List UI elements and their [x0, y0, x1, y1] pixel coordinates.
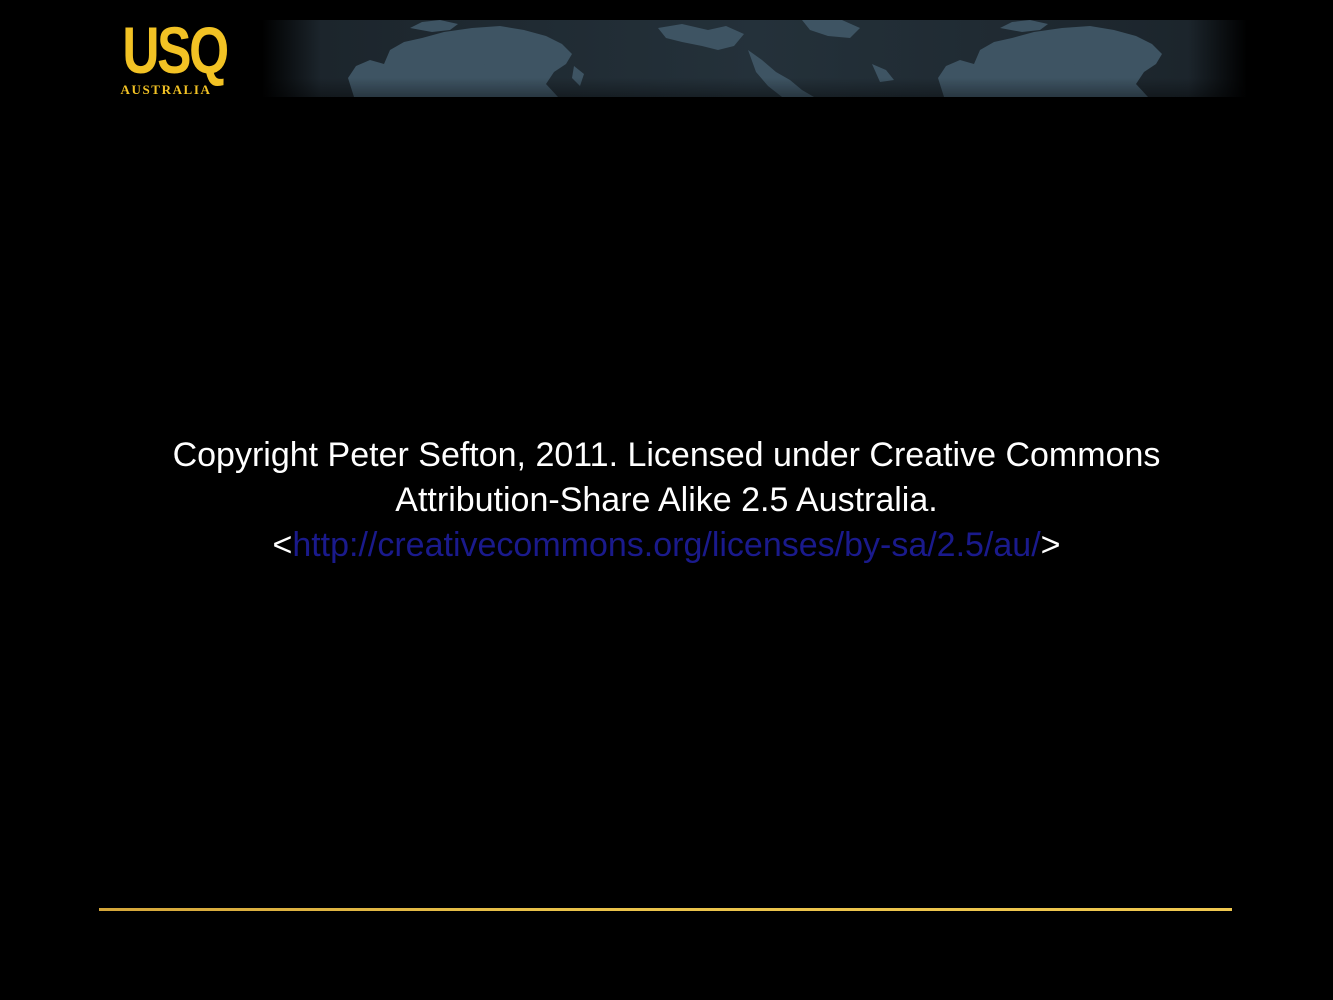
link-close-bracket: >: [1040, 526, 1061, 564]
logo-wordmark: USQ: [122, 13, 229, 87]
world-map-banner: [262, 20, 1247, 97]
world-map-icon: [262, 20, 1247, 97]
logo-subtitle: AUSTRALIA: [120, 82, 212, 97]
license-line-2: Attribution-Share Alike 2.5 Australia.: [395, 481, 938, 519]
license-notice: Copyright Peter Sefton, 2011. Licensed u…: [100, 433, 1233, 568]
license-line-1: Copyright Peter Sefton, 2011. Licensed u…: [172, 436, 1161, 474]
license-link[interactable]: http://creativecommons.org/licenses/by-s…: [292, 526, 1040, 564]
usq-logo: USQ AUSTRALIA: [108, 13, 230, 104]
slide: USQ AUSTRALIA Copyright Peter Sefton, 20…: [0, 0, 1333, 1000]
license-line-3: <http://creativecommons.org/licenses/by-…: [100, 523, 1233, 568]
footer-divider: [99, 908, 1232, 911]
link-open-bracket: <: [272, 526, 293, 564]
